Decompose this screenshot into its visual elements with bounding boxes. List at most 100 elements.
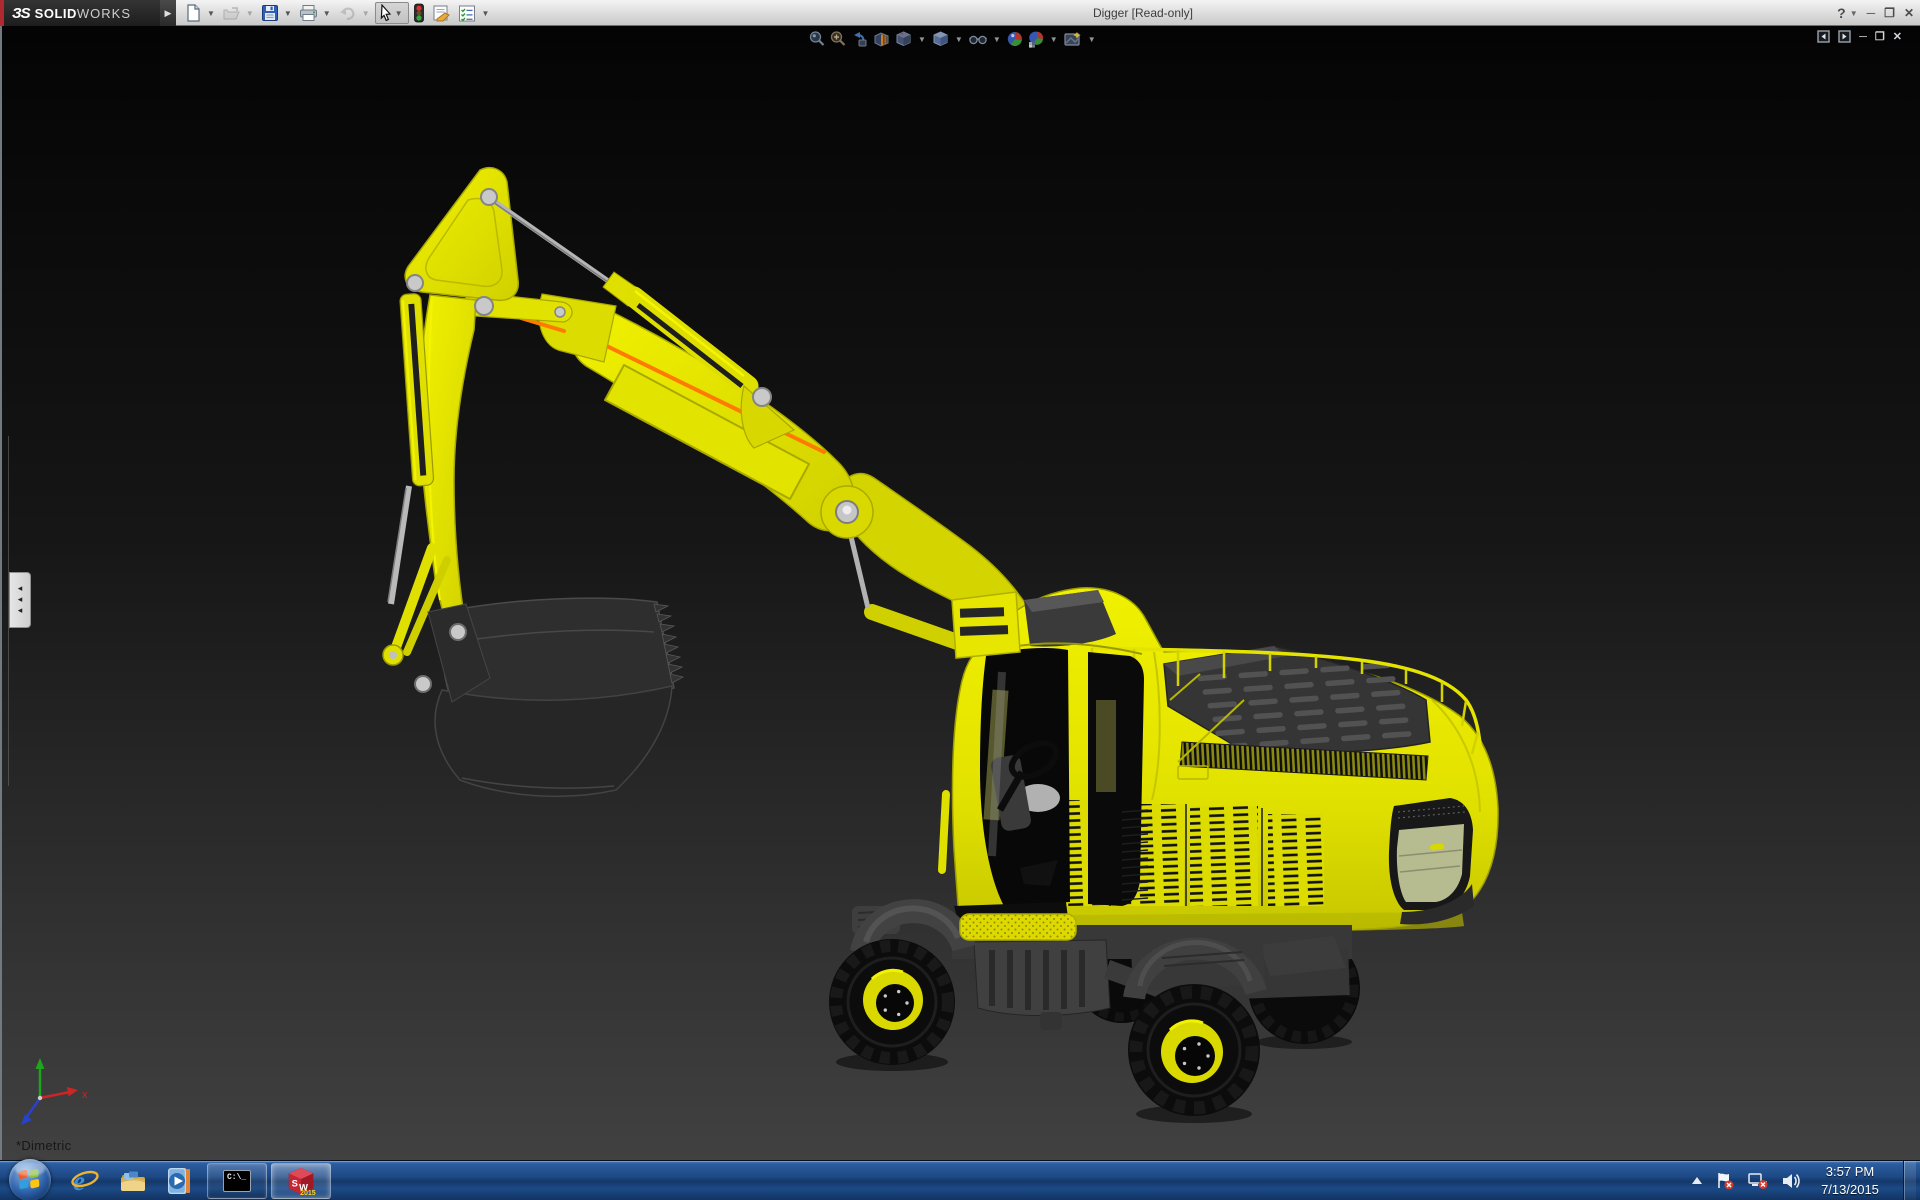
show-desktop-button[interactable]	[1903, 1160, 1916, 1200]
options-checklist-icon	[458, 5, 475, 21]
view-orientation-button[interactable]	[894, 30, 913, 48]
wheel-rear-left[interactable]	[1128, 984, 1260, 1116]
save-button[interactable]	[259, 1, 281, 25]
start-button[interactable]	[9, 1158, 51, 1200]
brand-name-light: WORKS	[76, 5, 132, 21]
eyeglasses-icon	[968, 35, 987, 45]
edit-appearance-button[interactable]	[1006, 30, 1024, 48]
clock-time: 3:57 PM	[1825, 1163, 1875, 1179]
expand-arrow-icon: ◂	[17, 604, 23, 615]
headsup-view-toolbar: ▼ ▼ ▼ ▼ ▼	[808, 28, 1098, 50]
internet-explorer-icon: e	[71, 1166, 99, 1196]
taskbar-item-windows-explorer[interactable]	[109, 1161, 157, 1200]
select-cursor-icon	[380, 4, 391, 22]
view-orientation-dropdown[interactable]: ▼	[918, 35, 926, 44]
system-tray: 3:57 PM 7/13/2015	[1691, 1160, 1920, 1200]
solidworks-app-window: ЗS SOLID WORKS ▶ ▼ ▼ ▼ ▼ ▼ ▼ ▼ Digger [R…	[0, 0, 1920, 1200]
taskbar-item-media-player[interactable]	[157, 1161, 205, 1200]
command-prompt-icon: C:\_	[223, 1169, 251, 1192]
file-properties-icon	[433, 5, 450, 21]
print-dropdown-arrow[interactable]: ▼	[323, 9, 331, 18]
print-button[interactable]	[297, 1, 320, 25]
feature-manager-collapsed-tab[interactable]: ◂ ◂ ◂	[9, 572, 31, 628]
taskbar-clock[interactable]: 3:57 PM 7/13/2015	[1813, 1163, 1887, 1198]
help-dropdown-arrow[interactable]: ▼	[1850, 9, 1858, 18]
hide-show-items-button[interactable]	[968, 30, 988, 48]
pane-collapse-right-icon[interactable]	[1838, 30, 1851, 43]
taskbar-item-command-prompt[interactable]: C:\_	[207, 1162, 267, 1199]
title-bar: ЗS SOLID WORKS ▶ ▼ ▼ ▼ ▼ ▼ ▼ ▼ Digger [R…	[0, 0, 1920, 26]
select-dropdown-arrow[interactable]: ▼	[395, 9, 403, 18]
wheel-front-left[interactable]	[829, 939, 955, 1065]
view-orientation-label: *Dimetric	[16, 1138, 72, 1153]
hidden-icons-arrow[interactable]	[1691, 1176, 1703, 1186]
solidworks-2015-icon: S W 2015	[288, 1167, 316, 1196]
print-icon	[299, 5, 317, 21]
apply-scene-button[interactable]	[1027, 30, 1045, 48]
apply-scene-dropdown[interactable]: ▼	[1050, 35, 1058, 44]
cab-step	[959, 913, 1077, 941]
brand-name-bold: SOLID	[34, 5, 77, 21]
new-dropdown-arrow[interactable]: ▼	[207, 9, 215, 18]
rear-window[interactable]	[1388, 798, 1473, 910]
zoom-to-area-icon	[830, 31, 846, 46]
rim	[1161, 1019, 1223, 1083]
app-restore-button[interactable]: ❐	[1884, 6, 1895, 20]
doc-restore-button[interactable]: ❐	[1875, 30, 1885, 43]
section-view-button[interactable]	[872, 30, 891, 48]
help-icon[interactable]: ?	[1837, 5, 1846, 21]
doc-minimize-button[interactable]: ─	[1859, 31, 1867, 43]
taskbar-item-solidworks-2015[interactable]: S W 2015	[271, 1162, 331, 1199]
volume-icon[interactable]	[1781, 1172, 1801, 1190]
save-floppy-icon	[261, 5, 278, 21]
select-tool-button[interactable]: ▼	[374, 2, 409, 24]
doc-close-button[interactable]: ✕	[1893, 30, 1902, 43]
expand-arrow-icon: ◂	[17, 594, 23, 605]
action-center-flag-icon[interactable]	[1715, 1172, 1735, 1190]
svg-text:2015: 2015	[300, 1190, 316, 1196]
file-properties-button[interactable]	[429, 1, 453, 25]
view-settings-dropdown[interactable]: ▼	[1088, 35, 1096, 44]
new-document-icon	[187, 4, 200, 22]
boom-mount-bracket	[951, 591, 1021, 659]
options-dropdown-arrow[interactable]: ▼	[482, 9, 490, 18]
undo-dropdown-arrow[interactable]: ▼	[362, 9, 370, 18]
taskbar-item-internet-explorer[interactable]: e	[61, 1161, 109, 1200]
traffic-light-icon	[413, 3, 424, 23]
graphics-area[interactable]: x ▼ ▼ ▼ ▼ ▼ ─ ❐ ✕ ◂ ◂ ◂ *Dimetric	[0, 26, 1920, 1160]
triad-x-label: x	[82, 1089, 88, 1101]
previous-view-button[interactable]	[850, 30, 869, 48]
display-style-dropdown[interactable]: ▼	[955, 35, 963, 44]
solidworks-logo[interactable]: ЗS SOLID WORKS	[0, 0, 160, 26]
solidworks-logo-mark: ЗS	[12, 4, 31, 22]
display-style-button[interactable]	[931, 30, 950, 48]
options-button[interactable]	[455, 1, 479, 25]
rebuild-button[interactable]	[411, 1, 427, 25]
hide-show-dropdown[interactable]: ▼	[993, 35, 1001, 44]
menu-flyout-arrow-icon[interactable]: ▶	[160, 0, 176, 26]
zoom-to-fit-button[interactable]	[808, 30, 826, 48]
rim	[863, 968, 923, 1030]
expand-arrow-icon: ◂	[17, 583, 23, 594]
save-dropdown-arrow[interactable]: ▼	[284, 9, 292, 18]
pane-collapse-left-icon[interactable]	[1817, 30, 1830, 43]
view-settings-button[interactable]	[1063, 30, 1083, 48]
undo-button[interactable]	[336, 1, 359, 25]
open-folder-icon	[223, 7, 240, 20]
apply-scene-icon	[1028, 31, 1043, 48]
window-controls: ? ▼ ─ ❐ ✕	[1837, 0, 1914, 26]
undo-arrow-icon	[339, 7, 355, 21]
folder-icon	[120, 1171, 146, 1191]
view-settings-icon	[1064, 32, 1081, 46]
section-view-icon	[874, 32, 889, 47]
app-minimize-button[interactable]: ─	[1867, 6, 1876, 20]
zoom-to-area-button[interactable]	[829, 30, 847, 48]
network-error-icon[interactable]	[1747, 1172, 1769, 1190]
app-close-button[interactable]: ✕	[1904, 6, 1914, 20]
new-document-button[interactable]	[182, 1, 204, 25]
open-dropdown-arrow[interactable]: ▼	[246, 9, 254, 18]
svg-text:e: e	[73, 1166, 85, 1196]
scene-canvas[interactable]: x	[2, 26, 1920, 1160]
window-title: Digger [Read-only]	[1092, 6, 1194, 20]
open-document-button[interactable]	[220, 1, 243, 25]
